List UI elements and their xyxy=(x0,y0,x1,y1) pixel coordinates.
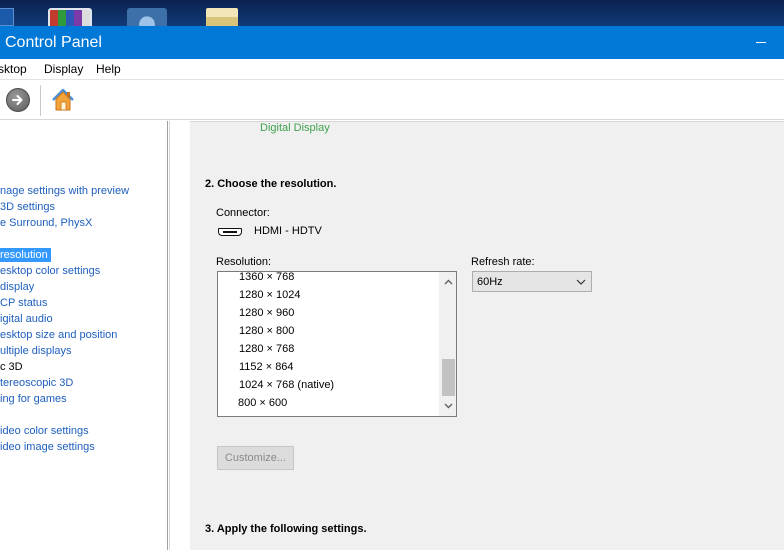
resolution-label: Resolution: xyxy=(216,256,272,268)
sidebar-item-surround-physx[interactable]: e Surround, PhysX xyxy=(0,216,95,230)
resolution-option[interactable]: 1280 × 960 xyxy=(239,306,294,324)
resolution-option[interactable]: 800 × 600 xyxy=(238,396,287,414)
home-icon xyxy=(52,88,74,111)
sidebar-item-hdcp-status[interactable]: CP status xyxy=(0,296,51,310)
sidebar-item-digital-audio[interactable]: igital audio xyxy=(0,312,56,326)
main-content: Digital Display 2. Choose the resolution… xyxy=(190,121,784,550)
resolution-option[interactable]: 1280 × 800 xyxy=(239,324,294,342)
toolbar xyxy=(0,79,784,120)
sidebar-item-manage-3d-settings[interactable]: 3D settings xyxy=(0,200,58,214)
sidebar-item-change-resolution[interactable]: resolution xyxy=(0,248,51,262)
sidebar-item-view-compatibility[interactable]: ing for games xyxy=(0,392,70,406)
resolution-scrollbar[interactable] xyxy=(439,272,456,416)
resolution-option[interactable]: 1280 × 768 xyxy=(239,342,294,360)
screen: Control Panel sktop Display Help nage se… xyxy=(0,0,784,550)
sidebar-item-video-color-settings[interactable]: ideo color settings xyxy=(0,424,92,438)
minimize-button[interactable] xyxy=(738,26,784,59)
resolution-option[interactable]: 1024 × 768 (native) xyxy=(239,378,334,396)
chevron-down-icon xyxy=(576,279,586,285)
sidebar-item-stereoscopic-3d[interactable]: tereoscopic 3D xyxy=(0,376,76,390)
desktop-background xyxy=(0,0,784,26)
home-button[interactable] xyxy=(50,87,76,113)
customize-button[interactable]: Customize... xyxy=(217,446,294,470)
desktop-shortcut-icon[interactable] xyxy=(0,8,14,26)
menu-display[interactable]: Display xyxy=(44,62,83,76)
sidebar-item-video-image-settings[interactable]: ideo image settings xyxy=(0,440,98,454)
resolution-option[interactable]: 1360 × 768 xyxy=(239,272,294,288)
step3-heading: 3. Apply the following settings. xyxy=(205,523,367,535)
refresh-rate-value: 60Hz xyxy=(477,276,503,288)
title-bar[interactable]: Control Panel xyxy=(0,26,784,59)
sidebar-item-multiple-displays[interactable]: ultiple displays xyxy=(0,344,75,358)
resolution-option[interactable]: 1280 × 1024 xyxy=(239,288,300,306)
content-gutter xyxy=(169,121,190,550)
connector-label: Connector: xyxy=(216,207,270,219)
sidebar-item-rotate-display[interactable]: display xyxy=(0,280,37,294)
desktop-shortcut-icon[interactable] xyxy=(206,8,238,26)
minimize-icon xyxy=(756,42,766,43)
sidebar-category-stereoscopic-3d: c 3D xyxy=(0,361,23,373)
display-name[interactable]: Digital Display xyxy=(260,122,330,134)
forward-button[interactable] xyxy=(6,88,30,112)
resolution-option[interactable]: 1152 × 864 xyxy=(239,360,294,378)
resolution-list[interactable]: 1360 × 768 1280 × 1024 1280 × 960 1280 ×… xyxy=(217,271,457,417)
chevron-up-icon[interactable] xyxy=(443,277,454,287)
refresh-rate-label: Refresh rate: xyxy=(471,256,535,268)
menu-bar: sktop Display Help xyxy=(0,59,784,79)
sidebar-item-desktop-color-settings[interactable]: esktop color settings xyxy=(0,264,103,278)
desktop-shortcut-icon[interactable] xyxy=(48,8,92,26)
step2-heading: 2. Choose the resolution. xyxy=(205,178,337,190)
hdmi-connector-icon xyxy=(218,228,242,236)
chevron-down-icon[interactable] xyxy=(443,401,454,411)
forward-arrow-icon xyxy=(12,95,23,105)
menu-help[interactable]: Help xyxy=(96,62,121,76)
sidebar-navigation: nage settings with preview 3D settings e… xyxy=(0,121,168,550)
desktop-shortcut-icon[interactable] xyxy=(127,8,167,26)
refresh-rate-dropdown[interactable]: 60Hz xyxy=(472,271,592,292)
sidebar-item-desktop-size-position[interactable]: esktop size and position xyxy=(0,328,120,342)
toolbar-separator xyxy=(40,85,41,116)
menu-desktop[interactable]: sktop xyxy=(0,62,27,76)
window-title: Control Panel xyxy=(5,34,102,51)
scroll-thumb[interactable] xyxy=(442,359,455,396)
sidebar-item-adjust-image-settings[interactable]: nage settings with preview xyxy=(0,184,132,198)
connector-value: HDMI - HDTV xyxy=(254,225,322,237)
control-panel-window: Control Panel sktop Display Help nage se… xyxy=(0,26,784,550)
